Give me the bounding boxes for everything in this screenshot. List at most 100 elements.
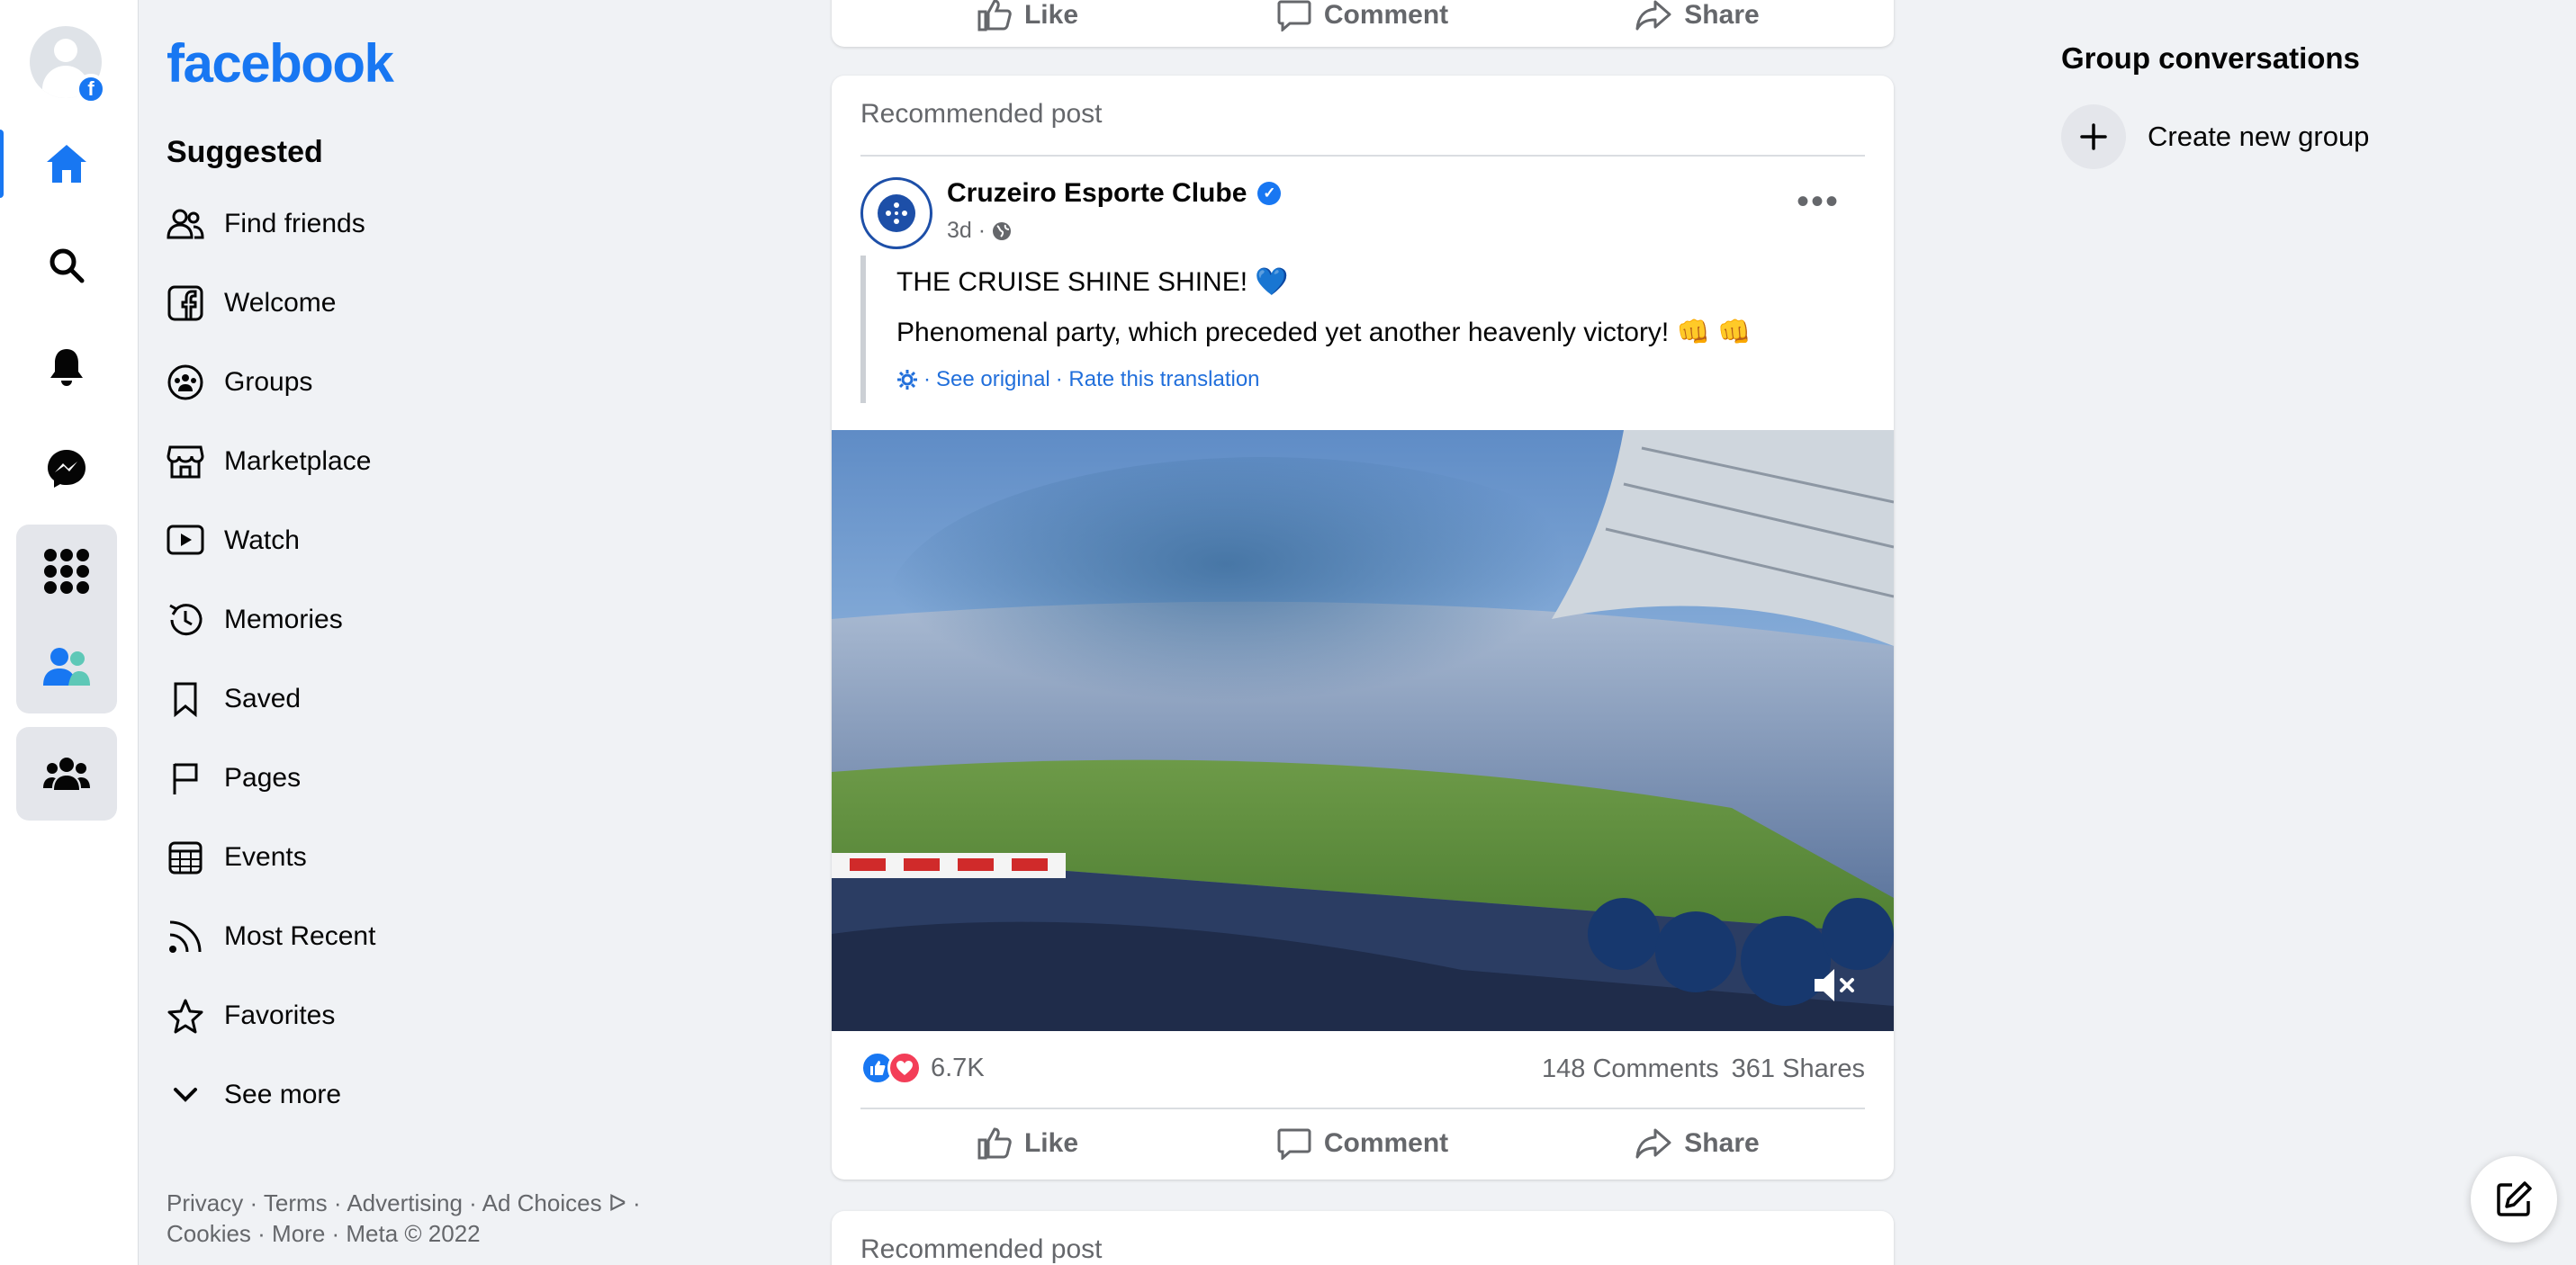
translation-quote-bar — [860, 256, 866, 403]
post-meta: 3d · — [947, 218, 1013, 244]
nav-item-label: Groups — [224, 367, 313, 397]
footer-line-2[interactable]: Cookies · More · Meta © 2022 — [167, 1218, 641, 1249]
star-icon — [167, 997, 204, 1035]
share-label: Share — [1684, 0, 1760, 30]
recommended-post-label: Recommended post — [860, 99, 1103, 129]
reaction-summary[interactable]: 6.7K — [860, 1051, 985, 1085]
compose-icon — [2497, 1181, 2532, 1216]
like-button[interactable]: Like — [860, 0, 1195, 38]
groups-icon[interactable] — [16, 727, 117, 821]
feed-icon — [167, 918, 204, 955]
app-root: f facebook Suggested Find friends Welcom… — [0, 0, 2576, 1265]
facebook-icon — [167, 284, 204, 322]
nav-item-label: Saved — [224, 684, 302, 713]
globe-icon — [993, 221, 1012, 240]
share-button[interactable]: Share — [1530, 1116, 1865, 1171]
nav-item-label: Events — [224, 842, 307, 872]
left-nav: facebook Suggested Find friends Welcome … — [167, 0, 707, 1265]
share-label: Share — [1684, 1128, 1760, 1158]
footer-links[interactable]: Privacy · Terms · Advertising · Ad Choic… — [167, 1188, 641, 1249]
nav-item-label: Find friends — [224, 209, 365, 238]
nav-item-groups[interactable]: Groups — [167, 351, 671, 414]
search-icon[interactable] — [16, 219, 117, 312]
marketplace-icon — [167, 443, 204, 480]
stadium-video-frame — [832, 430, 1894, 1031]
comment-icon — [1277, 0, 1311, 31]
menu-grid-icon[interactable] — [16, 525, 117, 618]
share-button[interactable]: Share — [1530, 0, 1865, 38]
page-name-link[interactable]: Cruzeiro Esporte Clube ✓ — [947, 178, 1282, 209]
page-name[interactable]: Cruzeiro Esporte Clube — [947, 178, 1247, 209]
nav-item-label: Most Recent — [224, 921, 376, 951]
page-avatar[interactable] — [860, 177, 932, 249]
bookmark-icon — [167, 680, 204, 718]
post-card: Recommended post Cruzeiro Esporte Clube … — [832, 76, 1894, 1180]
share-icon — [1635, 0, 1671, 31]
translation-separator: · — [923, 367, 931, 391]
create-group-label: Create new group — [2148, 121, 2370, 152]
mute-toggle-icon[interactable] — [1809, 963, 1860, 1008]
recommended-post-label: Recommended post — [860, 1234, 1103, 1264]
suggested-heading: Suggested — [167, 135, 323, 169]
nav-item-events[interactable]: Events — [167, 826, 671, 889]
nav-item-pages[interactable]: Pages — [167, 747, 671, 810]
post-video[interactable] — [832, 430, 1894, 1031]
nav-item-label: See more — [224, 1080, 342, 1109]
nav-item-marketplace[interactable]: Marketplace — [167, 430, 671, 493]
rate-translation-link[interactable]: · Rate this translation — [1056, 367, 1260, 392]
nav-item-label: Watch — [224, 525, 300, 555]
nav-item-most-recent[interactable]: Most Recent — [167, 905, 671, 968]
next-post-card: Recommended post — [832, 1211, 1894, 1265]
messenger-icon[interactable] — [16, 422, 117, 516]
nav-item-find-friends[interactable]: Find friends — [167, 193, 671, 256]
chevron-down-icon — [167, 1076, 204, 1114]
nav-item-welcome[interactable]: Welcome — [167, 272, 671, 335]
nav-item-label: Pages — [224, 763, 302, 793]
new-message-compose-button[interactable] — [2471, 1156, 2557, 1243]
verified-badge-icon: ✓ — [1257, 182, 1282, 205]
nav-item-label: Welcome — [224, 288, 337, 318]
comments-count[interactable]: 148 Comments — [1542, 1054, 1719, 1084]
nav-item-label: Memories — [224, 605, 343, 634]
home-icon[interactable] — [0, 117, 117, 211]
memories-icon — [167, 601, 204, 639]
create-new-group-button[interactable]: Create new group — [2061, 104, 2369, 169]
comment-button[interactable]: Comment — [1195, 1116, 1530, 1171]
reaction-count[interactable]: 6.7K — [931, 1054, 985, 1083]
like-label: Like — [1023, 0, 1079, 30]
more-options-icon[interactable]: ••• — [1797, 184, 1840, 220]
plus-icon — [2061, 104, 2126, 169]
like-button[interactable]: Like — [860, 1116, 1195, 1171]
groups-icon — [167, 363, 204, 401]
nav-item-label: Marketplace — [224, 446, 372, 476]
nav-item-watch[interactable]: Watch — [167, 509, 671, 572]
comment-button[interactable]: Comment — [1195, 0, 1530, 38]
flag-icon — [167, 759, 204, 797]
see-more-button[interactable]: See more — [167, 1063, 671, 1126]
nav-item-favorites[interactable]: Favorites — [167, 984, 671, 1047]
post-time[interactable]: 3d · — [947, 218, 986, 244]
nav-item-saved[interactable]: Saved — [167, 668, 671, 731]
engagement-counts: 148 Comments 361 Shares — [1542, 1054, 1865, 1084]
friends-icon[interactable] — [16, 620, 117, 713]
share-icon — [1635, 1128, 1671, 1159]
nav-item-memories[interactable]: Memories — [167, 588, 671, 651]
notifications-bell-icon[interactable] — [16, 320, 117, 414]
see-original-link[interactable]: See original — [936, 367, 1050, 392]
icon-rail: f — [0, 0, 139, 1265]
friends-icon — [167, 205, 204, 243]
comment-label: Comment — [1323, 0, 1449, 30]
facebook-badge-icon: f — [76, 74, 106, 104]
divider — [860, 155, 1865, 157]
facebook-logo[interactable]: facebook — [167, 32, 394, 94]
previous-post-card: Like Comment Share — [832, 0, 1894, 47]
post-text-line-2: Phenomenal party, which preceded yet ano… — [896, 318, 1752, 347]
gear-icon — [897, 370, 917, 390]
comment-label: Comment — [1323, 1128, 1449, 1158]
footer-line-1[interactable]: Privacy · Terms · Advertising · Ad Choic… — [167, 1188, 641, 1218]
nav-item-label: Favorites — [224, 1000, 336, 1030]
shares-count[interactable]: 361 Shares — [1732, 1054, 1865, 1084]
translation-row: · See original · Rate this translation — [896, 367, 1260, 392]
divider — [860, 1108, 1865, 1109]
post-actions: Like Comment Share — [860, 1116, 1865, 1171]
